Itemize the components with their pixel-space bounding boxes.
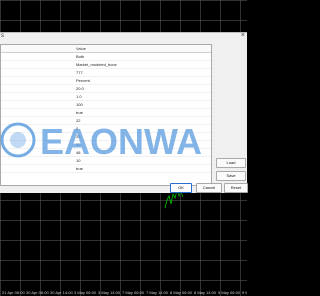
parameter-value[interactable]: 777: [76, 69, 83, 76]
time-axis-tick: 7 May 14:00: [146, 290, 169, 295]
table-row[interactable]: 48: [1, 149, 211, 157]
table-row[interactable]: 10: [1, 157, 211, 165]
value-column-header: Value: [76, 46, 86, 51]
parameter-value[interactable]: 20.0: [76, 85, 84, 92]
time-axis-tick: 30 Apr 06:00: [26, 290, 49, 295]
titlebar-glyph: s: [1, 33, 4, 39]
table-row[interactable]: 20.0: [1, 85, 211, 93]
time-axis-tick: 3 May 14:00: [98, 290, 121, 295]
time-axis-tick: 8 May 14:00: [194, 290, 217, 295]
parameters-table[interactable]: Value Both Market_modeled_bonz 777 Percent 2…: [0, 44, 212, 186]
parameter-value[interactable]: true: [76, 109, 83, 116]
table-row[interactable]: true: [1, 165, 211, 173]
parameter-value[interactable]: 30: [76, 141, 80, 148]
table-row[interactable]: 100: [1, 101, 211, 109]
time-axis-tick: 9 May 06:00: [218, 290, 241, 295]
parameter-value[interactable]: Market_modeled_bonz: [76, 61, 117, 68]
parameter-value[interactable]: Both: [76, 53, 84, 60]
parameter-value[interactable]: 22: [76, 117, 80, 124]
parameter-value[interactable]: 0: [76, 125, 78, 132]
table-row[interactable]: Market_modeled_bonz: [1, 61, 211, 69]
parameter-value[interactable]: 10: [76, 157, 80, 164]
parameter-value[interactable]: Percent: [76, 77, 90, 84]
parameter-value[interactable]: true: [76, 165, 83, 172]
table-row[interactable]: true: [1, 109, 211, 117]
time-axis: 21 Apr 06:00 30 Apr 06:00 30 Apr 14:00 3 Ma…: [0, 289, 247, 296]
parameter-value[interactable]: 23: [76, 133, 80, 140]
table-row[interactable]: 1.0: [1, 93, 211, 101]
table-row[interactable]: 30: [1, 141, 211, 149]
ok-button[interactable]: OK: [170, 183, 192, 193]
parameter-value[interactable]: 1.0: [76, 93, 82, 100]
table-row[interactable]: 22: [1, 117, 211, 125]
load-button[interactable]: Load: [216, 158, 246, 168]
time-axis-tick: 30 Apr 14:00: [50, 290, 73, 295]
parameter-value[interactable]: 48: [76, 149, 80, 156]
time-axis-tick: 9 May 14:00: [242, 290, 247, 295]
time-axis-tick: 3 May 06:00: [74, 290, 97, 295]
close-icon[interactable]: ×: [241, 32, 245, 39]
time-axis-tick: 7 May 06:00: [122, 290, 145, 295]
table-row[interactable]: 0: [1, 125, 211, 133]
time-axis-tick: 8 May 06:00: [170, 290, 193, 295]
reset-button[interactable]: Reset: [224, 183, 248, 193]
table-header: Value: [1, 45, 211, 53]
dialog-titlebar: s ×: [0, 32, 247, 43]
cancel-button[interactable]: Cancel: [196, 183, 222, 193]
parameter-value[interactable]: 100: [76, 101, 83, 108]
table-row[interactable]: Both: [1, 53, 211, 61]
save-button[interactable]: Save: [216, 171, 246, 181]
table-row[interactable]: 23: [1, 133, 211, 141]
table-row[interactable]: 777: [1, 69, 211, 77]
time-axis-tick: 21 Apr 06:00: [2, 290, 25, 295]
parameters-dialog: s × Value Both Market_modeled_bonz 777 Perc…: [0, 32, 248, 193]
table-row[interactable]: Percent: [1, 77, 211, 85]
